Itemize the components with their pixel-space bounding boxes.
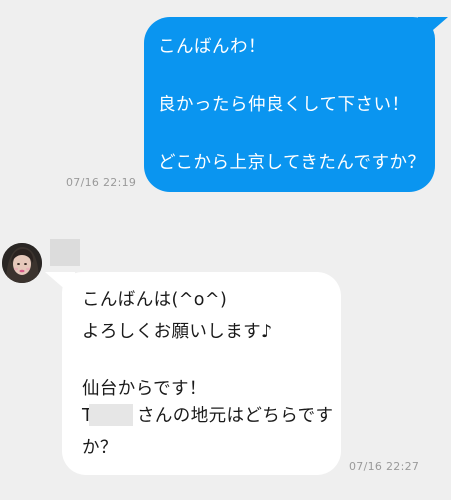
- avatar[interactable]: [2, 243, 42, 283]
- incoming-timestamp: 07/16 22:27: [349, 460, 420, 473]
- incoming-message-line: か？: [82, 438, 118, 458]
- outgoing-timestamp: 07/16 22:19: [66, 176, 137, 189]
- incoming-message-line: よろしくお願いします♪: [82, 322, 273, 342]
- outgoing-message-line: 良かったら仲良くして下さい！: [158, 95, 410, 115]
- chat-thread: こんばんわ！ 良かったら仲良くして下さい！ どこから上京してきたんですか？ 07…: [0, 0, 451, 500]
- incoming-message-line: 仙台からです！: [82, 379, 207, 399]
- incoming-message-line: こんばんは(^o^): [82, 290, 228, 310]
- outgoing-message-line: こんばんわ！: [158, 37, 266, 57]
- redacted-name: [89, 404, 133, 426]
- avatar-image: [2, 243, 42, 283]
- outgoing-message-line: どこから上京してきたんですか？: [158, 153, 426, 173]
- incoming-message-line: さんの地元はどちらです: [137, 406, 334, 426]
- sender-name-redacted: [50, 239, 80, 266]
